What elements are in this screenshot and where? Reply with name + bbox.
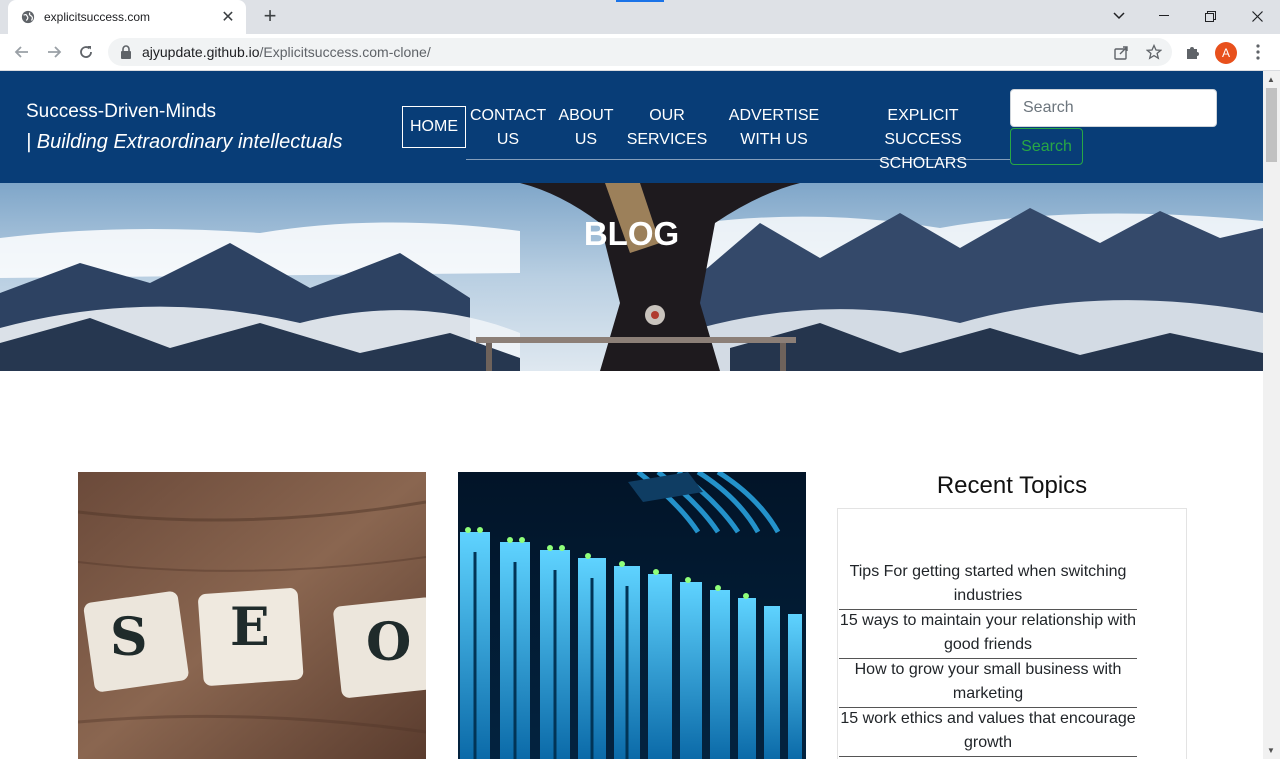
nav-about-line2: US [574,131,598,148]
network-card-image[interactable] [458,472,806,759]
reload-icon[interactable] [74,40,98,64]
back-arrow-icon[interactable] [10,40,34,64]
nav-about-us[interactable]: ABOUT US [555,104,617,152]
browser-tab[interactable]: explicitsuccess.com ✕ [8,0,246,34]
nav-our-services[interactable]: OUR SERVICES [626,104,708,152]
kebab-menu-icon[interactable] [1246,40,1270,64]
site-brand[interactable]: Success-Driven-Minds [26,101,216,123]
blog-hero-banner: BLOG [0,183,1263,371]
tab-strip-accent [616,0,664,2]
tab-title: explicitsuccess.com [44,10,151,24]
recent-topics-list: Tips For getting started when switching … [837,508,1187,759]
browser-tab-bar: explicitsuccess.com ✕ + [0,0,1280,34]
recent-topic-item[interactable]: 15 work ethics and values that encourage… [839,707,1137,757]
scrollbar-thumb[interactable] [1266,88,1277,162]
seo-card-image[interactable]: S E O [78,472,426,759]
scroll-down-arrow-icon[interactable]: ▼ [1267,746,1275,755]
nav-contact-line2: US [496,131,520,148]
nav-contact-line1: CONTACT [470,107,547,124]
seo-letter-o: O [366,612,412,673]
share-icon[interactable] [1109,40,1133,64]
recent-topic-item[interactable]: Tips For getting started when switching … [839,560,1137,610]
profile-avatar[interactable]: A [1215,42,1237,64]
tab-close-icon[interactable]: ✕ [220,7,236,27]
forward-arrow-icon[interactable] [42,40,66,64]
nav-services-line1: OUR [649,107,685,124]
tab-search-chevron-icon[interactable] [1105,4,1133,28]
scroll-up-arrow-icon[interactable]: ▲ [1267,75,1275,84]
site-tagline: | Building Extraordinary intellectuals [26,131,343,153]
recent-topic-item[interactable]: How to grow your small business with mar… [839,658,1137,708]
recent-topic-item[interactable]: 15 ways to maintain your relationship wi… [839,609,1137,659]
nav-explicit-success-scholars[interactable]: EXPLICIT SUCCESS SCHOLARS [848,104,998,176]
nav-about-line1: ABOUT [558,107,614,124]
nav-contact-us[interactable]: CONTACT US [470,104,546,152]
nav-advertise-with-us[interactable]: ADVERTISE WITH US [722,104,826,152]
seo-letter-s: S [110,607,148,668]
browser-toolbar: ajyupdate.github.io/Explicitsuccess.com-… [0,34,1280,71]
hero-mountain-image [0,183,1263,371]
page-viewport: Success-Driven-Minds | Building Extraord… [0,71,1263,759]
restore-icon[interactable] [1196,4,1224,28]
url-path: /Explicitsuccess.com-clone/ [259,44,431,60]
new-tab-button[interactable]: + [258,5,282,29]
nav-scholars-line1: EXPLICIT SUCCESS [884,107,962,148]
globe-icon [20,9,36,25]
close-window-icon[interactable] [1243,4,1271,28]
search-input[interactable]: Search [1010,89,1217,127]
hero-title: BLOG [583,215,680,252]
nav-advertise-line1: ADVERTISE [728,107,820,124]
nav-advertise-line2: WITH US [740,131,808,148]
search-button[interactable]: Search [1010,128,1083,165]
seo-letter-e: E [230,597,270,658]
recent-topics-heading: Recent Topics [936,472,1088,499]
nav-services-line2: SERVICES [626,131,708,148]
address-bar[interactable]: ajyupdate.github.io/Explicitsuccess.com-… [108,38,1172,66]
page-scrollbar[interactable]: ▲ ▼ [1263,71,1280,759]
nav-home[interactable]: HOME [402,106,466,148]
extensions-puzzle-icon[interactable] [1181,40,1205,64]
url-text: ajyupdate.github.io/Explicitsuccess.com-… [142,44,431,60]
lock-icon [120,45,134,59]
url-host: ajyupdate.github.io [142,44,260,60]
bookmark-star-icon[interactable] [1142,40,1166,64]
network-cables-illustration [458,472,806,759]
site-header: Success-Driven-Minds | Building Extraord… [0,71,1263,183]
nav-scholars-line2: SCHOLARS [878,155,968,172]
minimize-icon[interactable] [1150,4,1178,28]
